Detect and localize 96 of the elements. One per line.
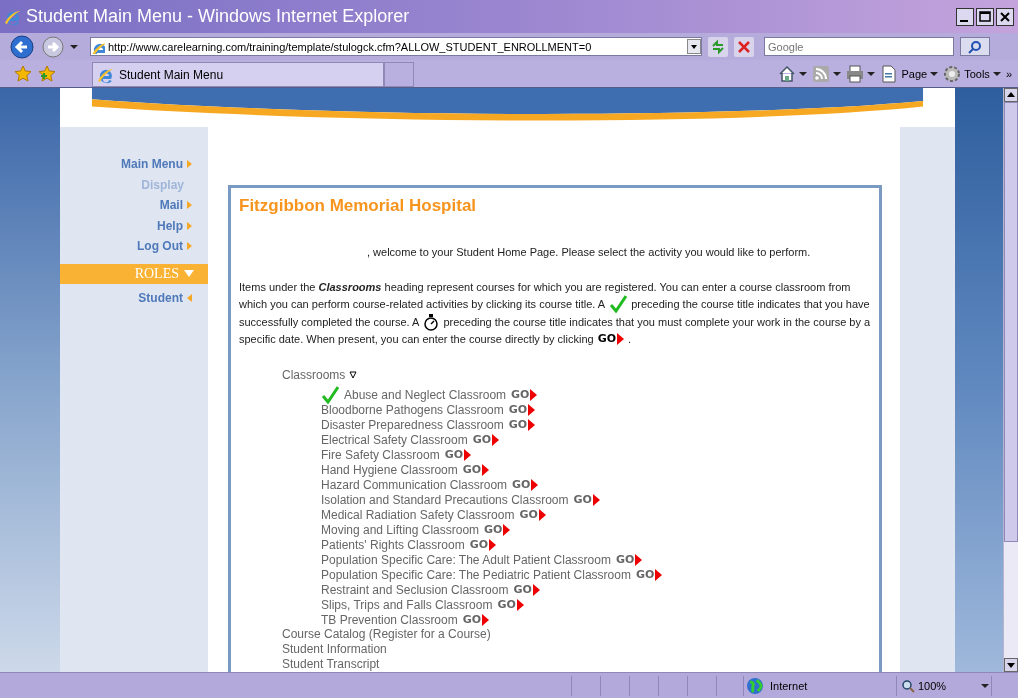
classrooms-heading[interactable]: Classrooms: [282, 368, 346, 382]
arrow-icon: [187, 160, 192, 169]
zone-label: Internet: [770, 679, 808, 692]
search-icon: [968, 39, 982, 54]
globe-icon: [746, 676, 764, 695]
course-link[interactable]: Population Specific Care: The Pediatric Patient Classroom: [321, 567, 631, 582]
menu-link[interactable]: Course Catalog (Register for a Course): [282, 627, 871, 642]
go-link[interactable]: GO: [472, 433, 500, 446]
role-link[interactable]: Student: [60, 287, 208, 308]
go-link[interactable]: GO: [484, 523, 511, 536]
course-link[interactable]: Hand Hygiene Classroom: [321, 462, 458, 477]
course-link[interactable]: Fire Safety Classroom: [321, 447, 440, 462]
course-link[interactable]: Medical Radiation Safety Classroom: [321, 507, 515, 522]
intro-text: specific date. When present, you can enter the course directly by clicking: [239, 332, 594, 347]
scroll-up-icon[interactable]: [1004, 88, 1018, 102]
course-link[interactable]: Restraint and Seclusion Classroom: [321, 582, 509, 597]
sidebar-link[interactable]: Help: [60, 215, 208, 236]
go-link[interactable]: GO: [497, 598, 524, 611]
course-link[interactable]: TB Prevention Classroom: [321, 612, 458, 627]
course-link[interactable]: Slips, Trips and Falls Classroom: [321, 597, 493, 612]
refresh-icon[interactable]: [708, 36, 728, 57]
browser-tab[interactable]: Student Main Menu: [92, 62, 384, 87]
window-title: Student Main Menu - Windows Internet Explorer: [26, 6, 411, 27]
course-link[interactable]: Isolation and Standard Precautions Classroom: [321, 492, 569, 507]
intro-text: successfully completed the course. A: [239, 315, 420, 330]
arrow-icon: [187, 293, 192, 302]
down-arrow-icon: [184, 270, 194, 277]
dropdown-caret-icon[interactable]: [687, 39, 701, 54]
go-link[interactable]: GO: [519, 508, 546, 521]
gear-icon: [943, 64, 962, 83]
zoom-caret-icon[interactable]: [981, 683, 989, 688]
hospital-title: Fitzgibbon Memorial Hospital: [239, 196, 478, 216]
go-link[interactable]: GO: [508, 418, 536, 431]
favorites-star-icon[interactable]: [14, 64, 32, 83]
caret-icon[interactable]: [867, 71, 876, 76]
back-icon[interactable]: [10, 34, 36, 59]
sidebar-link[interactable]: Main Menu: [60, 154, 208, 175]
intro-text: .: [628, 332, 632, 347]
caret-icon[interactable]: [833, 71, 842, 76]
menu-link[interactable]: Student Information: [282, 642, 871, 657]
go-link[interactable]: GO: [469, 538, 497, 551]
collapse-triangle-icon[interactable]: [349, 371, 358, 379]
welcome-text: , welcome to your Student Home Page. Please select the activity you would like to perform.: [367, 246, 812, 258]
go-link[interactable]: GO: [597, 331, 624, 347]
forward-icon[interactable]: [42, 35, 64, 58]
printer-icon[interactable]: [846, 64, 865, 83]
menu-link[interactable]: Student Transcript: [282, 657, 871, 672]
home-icon[interactable]: [778, 64, 797, 83]
maximize-icon[interactable]: [976, 7, 994, 26]
go-link[interactable]: GO: [462, 463, 490, 476]
go-link[interactable]: GO: [573, 493, 600, 506]
caret-icon[interactable]: [992, 71, 1001, 76]
search-button[interactable]: [960, 37, 990, 56]
intro-text: preceding the course title indicates that you must complete your work in the course by a: [443, 315, 871, 330]
course-link[interactable]: Hazard Communication Classroom: [321, 477, 508, 492]
sidebar-link[interactable]: Mail: [60, 195, 208, 216]
stopwatch-icon: [423, 313, 440, 331]
checkmark-icon: [321, 385, 339, 404]
intro-text: preceding the course title indicates that you have: [631, 297, 870, 312]
course-link[interactable]: Electrical Safety Classroom: [321, 432, 468, 447]
close-icon[interactable]: [996, 7, 1014, 26]
minimize-icon[interactable]: [956, 7, 974, 26]
go-link[interactable]: GO: [511, 388, 538, 401]
go-link[interactable]: GO: [513, 583, 540, 596]
magnifier-icon: [901, 678, 915, 693]
checkmark-icon: [609, 295, 628, 313]
course-link[interactable]: Population Specific Care: The Adult Patient Classroom: [321, 552, 611, 567]
arrow-icon: [187, 242, 192, 251]
go-link[interactable]: GO: [512, 478, 539, 491]
search-field[interactable]: Google: [764, 37, 954, 56]
page-menu[interactable]: Page: [880, 64, 928, 83]
course-link[interactable]: Disaster Preparedness Classroom: [321, 417, 504, 432]
scroll-down-icon[interactable]: [1004, 658, 1018, 672]
zoom-control[interactable]: 100%: [896, 675, 981, 696]
intro-text: Items under the Classrooms heading represent courses for which you are registered. You can enter a course classroom from: [239, 280, 851, 295]
address-field[interactable]: http://www.carelearning.com/training/template/stulogck.cfm?ALLOW_STUDENT_ENROLLMENT=0: [90, 37, 702, 56]
intro-text: which you can perform course-related activities by clicking its course title. A: [239, 297, 606, 312]
caret-icon[interactable]: [799, 71, 808, 76]
caret-icon[interactable]: [930, 71, 939, 76]
tools-menu[interactable]: Tools: [943, 64, 990, 83]
go-link[interactable]: GO: [635, 568, 663, 581]
history-caret-icon[interactable]: [70, 44, 78, 49]
vertical-scrollbar[interactable]: [1003, 88, 1018, 672]
arrow-icon: [187, 221, 192, 230]
go-link[interactable]: GO: [508, 403, 536, 416]
more-tools-chevron[interactable]: »: [1005, 67, 1012, 80]
sidebar-link[interactable]: Log Out: [60, 236, 208, 257]
go-link[interactable]: GO: [615, 553, 643, 566]
arrow-icon: [187, 201, 192, 210]
course-link[interactable]: Moving and Lifting Classroom: [321, 522, 480, 537]
course-link[interactable]: Abuse and Neglect Classroom: [344, 387, 507, 402]
stop-icon[interactable]: [734, 36, 754, 57]
course-link[interactable]: Patients' Rights Classroom: [321, 537, 465, 552]
go-link[interactable]: GO: [462, 613, 490, 626]
go-link[interactable]: GO: [444, 448, 472, 461]
course-link[interactable]: Bloodborne Pathogens Classroom: [321, 402, 504, 417]
